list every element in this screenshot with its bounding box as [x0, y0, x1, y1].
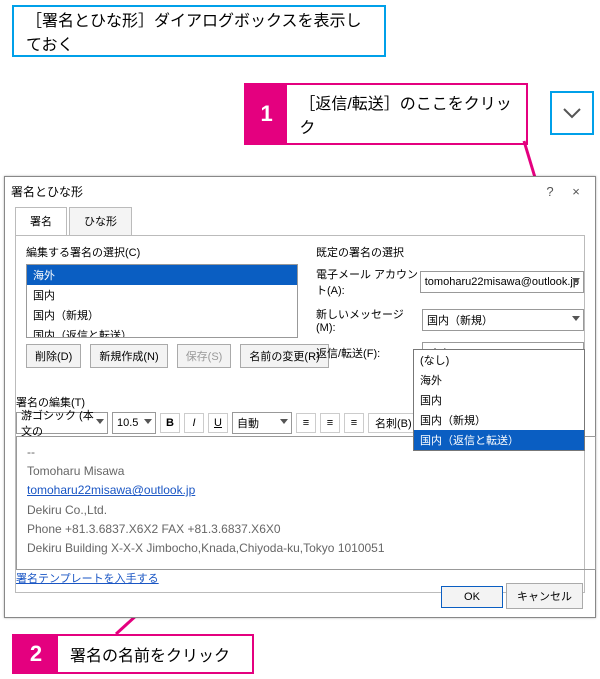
tab-signature[interactable]: 署名	[15, 207, 67, 235]
list-item[interactable]: 国内（返信と転送）	[27, 325, 297, 338]
tab-stationery[interactable]: ひな形	[69, 207, 132, 235]
font-color-value: 自動	[237, 415, 259, 431]
list-item[interactable]: 国内（新規）	[27, 305, 297, 325]
instruction-step-1-text: ［返信/転送］のここをクリック	[287, 85, 526, 143]
list-item[interactable]: 海外	[27, 265, 297, 285]
underline-icon[interactable]: U	[208, 413, 228, 433]
dropdown-chevron-closeup	[550, 91, 594, 135]
new-message-value: 国内（新規）	[427, 312, 493, 328]
chevron-down-icon	[562, 106, 582, 120]
instruction-intro-text: ［署名とひな形］ダイアログボックスを表示しておく	[14, 7, 384, 55]
font-value: 游ゴシック (本文の	[21, 407, 103, 439]
step-number: 1	[246, 85, 287, 143]
font-size-combo[interactable]: 10.5	[112, 412, 156, 434]
help-button[interactable]: ?	[537, 180, 563, 202]
panel: 編集する署名の選択(C) 海外 国内 国内（新規） 国内（返信と転送） 削除(D…	[15, 235, 585, 593]
get-templates-link[interactable]: 署名テンプレートを入手する	[16, 570, 159, 586]
dropdown-option[interactable]: 国内（新規）	[414, 410, 584, 430]
dialog-title: 署名とひな形	[11, 183, 537, 200]
dropdown-option[interactable]: 海外	[414, 370, 584, 390]
font-color-combo[interactable]: 自動	[232, 412, 292, 434]
instruction-step-2-text: 署名の名前をクリック	[58, 636, 242, 672]
new-message-label: 新しいメッセージ(M):	[316, 306, 422, 334]
card-label: 名刺(B)	[375, 415, 412, 431]
titlebar: 署名とひな形 ? ×	[5, 177, 595, 205]
close-button[interactable]: ×	[563, 180, 589, 202]
dropdown-option[interactable]: 国内（返信と転送）	[414, 430, 584, 450]
editor-line: Dekiru Co.,Ltd.	[27, 501, 585, 520]
ok-button[interactable]: OK	[441, 586, 503, 608]
dropdown-option[interactable]: (なし)	[414, 350, 584, 370]
account-value: tomoharu22misawa@outlook.jp	[425, 276, 579, 288]
list-item[interactable]: 国内	[27, 285, 297, 305]
align-right-icon[interactable]: ≡	[344, 413, 364, 433]
editor-email-link[interactable]: tomoharu22misawa@outlook.jp	[27, 483, 195, 497]
dropdown-option[interactable]: 国内	[414, 390, 584, 410]
dialog-button-row: OK キャンセル	[441, 583, 583, 609]
signatures-dialog: 署名とひな形 ? × 署名 ひな形 編集する署名の選択(C) 海外 国内 国内（…	[4, 176, 596, 618]
new-message-select[interactable]: 国内（新規）	[422, 309, 584, 331]
instruction-step-1: 1 ［返信/転送］のここをクリック	[244, 83, 528, 145]
delete-button[interactable]: 削除(D)	[26, 344, 81, 368]
account-select[interactable]: tomoharu22misawa@outlook.jp	[420, 271, 584, 293]
italic-icon[interactable]: I	[184, 413, 204, 433]
signature-list[interactable]: 海外 国内 国内（新規） 国内（返信と転送）	[26, 264, 298, 338]
cancel-button[interactable]: キャンセル	[506, 583, 583, 609]
instruction-step-2: 2 署名の名前をクリック	[12, 634, 254, 674]
font-combo[interactable]: 游ゴシック (本文の	[16, 412, 108, 434]
account-label: 電子メール アカウント(A):	[316, 266, 420, 298]
signature-editor[interactable]: -- Tomoharu Misawa tomoharu22misawa@outl…	[16, 436, 596, 570]
reply-forward-label: 返信/転送(F):	[316, 345, 422, 361]
tab-strip: 署名 ひな形	[5, 207, 595, 235]
editor-line: Dekiru Building X-X-X Jimbocho,Knada,Chi…	[27, 539, 585, 558]
align-center-icon[interactable]: ≡	[320, 413, 340, 433]
editor-line: Tomoharu Misawa	[27, 462, 585, 481]
save-button[interactable]: 保存(S)	[177, 344, 232, 368]
instruction-intro: ［署名とひな形］ダイアログボックスを表示しておく	[12, 5, 386, 57]
reply-forward-dropdown[interactable]: (なし) 海外 国内 国内（新規） 国内（返信と転送）	[413, 349, 585, 451]
business-card-button[interactable]: 名刺(B)	[368, 413, 419, 433]
new-button[interactable]: 新規作成(N)	[90, 344, 167, 368]
font-size-value: 10.5	[117, 417, 138, 429]
editor-line: Phone +81.3.6837.X6X2 FAX +81.3.6837.X6X…	[27, 520, 585, 539]
step-number: 2	[14, 636, 58, 672]
align-left-icon[interactable]: ≡	[296, 413, 316, 433]
editor-toolbar: 游ゴシック (本文の 10.5 B I U 自動 ≡ ≡ ≡ 名刺(B) ▦ ⊕	[16, 412, 467, 434]
defaults-heading: 既定の署名の選択	[316, 244, 584, 260]
bold-icon[interactable]: B	[160, 413, 180, 433]
